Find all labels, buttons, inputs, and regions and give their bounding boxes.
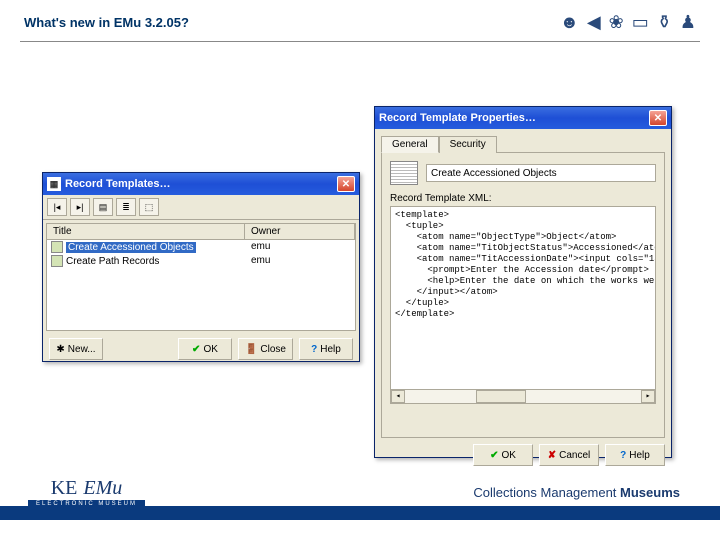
sort-button[interactable]: ≣: [116, 198, 136, 216]
ok-button[interactable]: ✔OK: [178, 338, 232, 360]
list-header: Title Owner: [47, 224, 355, 240]
xml-textarea[interactable]: <template> <tuple> <atom name="ObjectTyp…: [390, 206, 656, 404]
tab-security[interactable]: Security: [439, 136, 497, 153]
document-icon: [51, 255, 63, 267]
tab-general[interactable]: General: [381, 136, 439, 153]
frame-icon: ▭: [632, 12, 649, 33]
nav-first-button[interactable]: |◂: [47, 198, 67, 216]
page-header: What's new in EMu 3.2.05? ☻ ◀ ❀ ▭ ⚱ ♟: [0, 0, 720, 41]
xml-label: Record Template XML:: [390, 193, 656, 204]
row-owner: emu: [245, 255, 355, 267]
close-dialog-button[interactable]: 🚪Close: [238, 338, 293, 360]
title-row: [390, 161, 656, 185]
window-title: Record Template Properties…: [379, 112, 536, 124]
row-title: Create Path Records: [66, 256, 159, 267]
question-icon: ?: [620, 450, 626, 461]
scroll-thumb[interactable]: [476, 390, 526, 403]
list-item[interactable]: Create Accessioned Objects emu: [47, 240, 355, 254]
scroll-track[interactable]: [405, 390, 641, 403]
window-titlebar[interactable]: Record Template Properties… ✕: [375, 107, 671, 129]
fish-icon: ◀: [587, 12, 601, 33]
logo: KE EMu ELECTRONIC MUSEUM: [28, 477, 145, 508]
horizontal-scrollbar[interactable]: ◂ ▸: [391, 389, 655, 403]
toolbar: |◂ ▸| ▤ ≣ ⬚: [43, 195, 359, 220]
header-divider: [20, 41, 700, 42]
logo-subtitle: ELECTRONIC MUSEUM: [28, 500, 145, 508]
logo-ke: KE: [51, 477, 78, 500]
statue-icon: ♟: [680, 12, 696, 33]
row-title: Create Accessioned Objects: [66, 242, 196, 253]
cancel-button[interactable]: ✘Cancel: [539, 444, 599, 466]
scroll-right-button[interactable]: ▸: [641, 390, 655, 403]
content-area: ▦ Record Templates… ✕ |◂ ▸| ▤ ≣ ⬚ Title …: [0, 52, 720, 472]
button-row: ✔OK ✘Cancel ?Help: [375, 444, 671, 472]
tab-panel: Record Template XML: <template> <tuple> …: [381, 152, 665, 438]
door-icon: 🚪: [245, 344, 257, 355]
new-button[interactable]: ✱New...: [49, 338, 103, 360]
template-icon: [390, 161, 418, 185]
window-title: Record Templates…: [65, 178, 171, 190]
mask-icon: ☻: [560, 12, 579, 33]
check-icon: ✔: [192, 344, 200, 355]
scroll-left-button[interactable]: ◂: [391, 390, 405, 403]
ok-button[interactable]: ✔OK: [473, 444, 533, 466]
tagline: Collections Management Museums: [473, 485, 680, 500]
template-title-field[interactable]: [426, 164, 656, 182]
help-button[interactable]: ?Help: [605, 444, 665, 466]
logo-emu: EMu: [83, 477, 122, 500]
vase-icon: ⚱: [657, 12, 672, 33]
leaf-icon: ❀: [609, 12, 624, 33]
nav-last-button[interactable]: ▸|: [70, 198, 90, 216]
close-button[interactable]: ✕: [337, 176, 355, 192]
check-icon: ✔: [490, 450, 498, 461]
question-icon: ?: [311, 344, 317, 355]
footer-bottom: [0, 520, 720, 540]
template-list: Title Owner Create Accessioned Objects e…: [46, 223, 356, 331]
properties-button[interactable]: ▤: [93, 198, 113, 216]
document-icon: [51, 241, 63, 253]
footer-bar: [0, 506, 720, 520]
xml-content: <template> <tuple> <atom name="ObjectTyp…: [395, 210, 656, 319]
delete-button[interactable]: ⬚: [139, 198, 159, 216]
header-icon-row: ☻ ◀ ❀ ▭ ⚱ ♟: [560, 12, 696, 33]
record-template-properties-window: Record Template Properties… ✕ General Se…: [374, 106, 672, 458]
star-icon: ✱: [56, 344, 64, 355]
column-owner[interactable]: Owner: [245, 224, 355, 239]
window-icon: ▦: [47, 177, 61, 191]
close-button[interactable]: ✕: [649, 110, 667, 126]
row-owner: emu: [245, 241, 355, 253]
button-row: ✱New... ✔OK 🚪Close ?Help: [43, 334, 359, 364]
help-button[interactable]: ?Help: [299, 338, 353, 360]
record-templates-window: ▦ Record Templates… ✕ |◂ ▸| ▤ ≣ ⬚ Title …: [42, 172, 360, 362]
page-title: What's new in EMu 3.2.05?: [24, 15, 189, 30]
tab-strip: General Security: [375, 129, 671, 152]
x-icon: ✘: [548, 450, 556, 461]
page-footer: KE EMu ELECTRONIC MUSEUM Collections Man…: [0, 478, 720, 540]
column-title[interactable]: Title: [47, 224, 245, 239]
footer-content: KE EMu ELECTRONIC MUSEUM Collections Man…: [0, 478, 720, 506]
window-titlebar[interactable]: ▦ Record Templates… ✕: [43, 173, 359, 195]
list-item[interactable]: Create Path Records emu: [47, 254, 355, 268]
